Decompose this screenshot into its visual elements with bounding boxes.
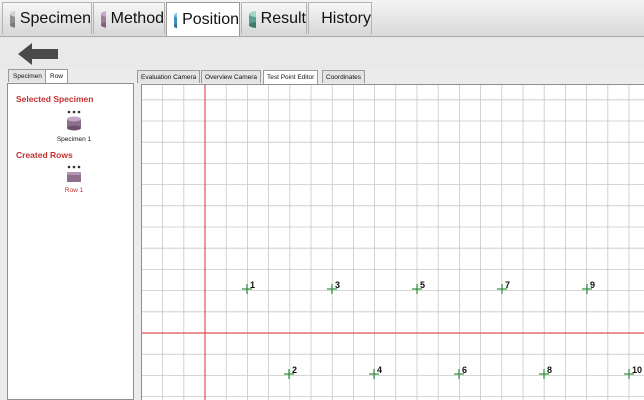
tab-result-label: Result: [260, 9, 306, 27]
tab-history[interactable]: History: [308, 2, 372, 34]
test-point-label: 5: [420, 280, 425, 290]
test-point-label: 3: [335, 280, 340, 290]
history-icon: [316, 13, 317, 28]
test-point-6[interactable]: 6: [454, 365, 467, 379]
test-point-label: 10: [632, 365, 642, 375]
back-button[interactable]: [18, 42, 60, 71]
row-item[interactable]: Row 1: [44, 164, 104, 194]
back-arrow-icon: [18, 43, 58, 65]
selected-specimen-heading: Selected Specimen: [16, 94, 94, 104]
method-cylinder-icon: [101, 10, 106, 28]
specimen-item[interactable]: Specimen 1: [44, 109, 104, 143]
tab-panel-row[interactable]: Row: [45, 69, 69, 83]
test-point-label: 2: [292, 365, 297, 375]
tab-history-label: History: [321, 9, 371, 27]
main-tab-bar: Specimen Method Position Result History: [0, 0, 644, 37]
row-icon: [67, 165, 81, 182]
test-point-label: 1: [250, 280, 255, 290]
tab-method[interactable]: Method: [93, 2, 165, 34]
tab-evaluation-camera[interactable]: Evaluation Camera: [137, 70, 201, 83]
editor-canvas[interactable]: 1 2 3 4 5 6 7 8 9 10: [142, 85, 644, 400]
tab-specimen-label: Specimen: [19, 9, 91, 27]
tab-coordinates[interactable]: Coordinates: [322, 70, 366, 83]
left-panel: Selected Specimen Specimen 1 Created Row…: [7, 83, 134, 400]
test-point-9[interactable]: 9: [582, 280, 595, 294]
test-point-4[interactable]: 4: [369, 365, 382, 379]
tab-panel-specimen[interactable]: Specimen: [8, 69, 47, 82]
test-point-label: 4: [377, 365, 382, 375]
test-point-8[interactable]: 8: [539, 365, 552, 379]
test-point-3[interactable]: 3: [327, 280, 340, 294]
position-cylinder-icon: [174, 12, 178, 28]
test-point-label: 7: [505, 280, 510, 290]
test-point-10[interactable]: 10: [624, 365, 642, 379]
specimen-item-label: Specimen 1: [56, 136, 92, 143]
specimen-icon: [67, 110, 81, 131]
test-point-label: 6: [462, 365, 467, 375]
tab-position[interactable]: Position: [166, 2, 240, 36]
specimen-cylinder-icon: [10, 10, 15, 28]
tab-position-label: Position: [182, 10, 239, 28]
tab-result[interactable]: Result: [241, 2, 307, 34]
test-point-1[interactable]: 1: [242, 280, 255, 294]
test-point-5[interactable]: 5: [412, 280, 425, 294]
tab-overview-camera[interactable]: Overview Camera: [201, 70, 262, 83]
tab-method-label: Method: [110, 9, 164, 27]
result-cylinder-icon: [249, 10, 256, 28]
test-point-7[interactable]: 7: [497, 280, 510, 294]
created-rows-heading: Created Rows: [16, 150, 73, 160]
tab-test-point-editor[interactable]: Test Point Editor: [263, 70, 319, 84]
toolbar: [0, 37, 644, 69]
test-point-label: 9: [590, 280, 595, 290]
test-point-label: 8: [547, 365, 552, 375]
test-point-2[interactable]: 2: [284, 365, 297, 379]
test-point-editor[interactable]: 1 2 3 4 5 6 7 8 9 10: [141, 84, 644, 400]
row-item-label: Row 1: [64, 187, 84, 194]
tab-specimen[interactable]: Specimen: [2, 2, 92, 34]
